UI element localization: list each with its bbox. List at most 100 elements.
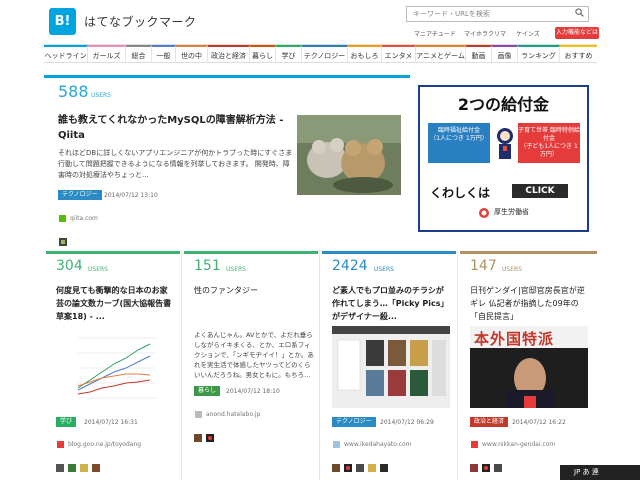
sublink-2[interactable]: ケインズ (516, 29, 540, 38)
search-input[interactable]: キーワード・URLを検索 (406, 6, 589, 22)
entry-card: 151 USERS 性のファンタジー よくあんじゃん。AVとかで、よだれ垂らしな… (184, 251, 318, 480)
entry-date: 2014/07/12 16:31 (84, 419, 138, 426)
banner-text: 本外国特派 (474, 330, 555, 348)
category-tag[interactable]: テクノロジー (58, 190, 102, 200)
users-label: USERS (88, 266, 108, 273)
entry-card: 147 USERS 日刊ゲンダイ|官邸官房長官が逆ギレ 仏記者が指摘した09年の… (460, 251, 597, 480)
entry-title[interactable]: 何度見ても衝撃的な日本のお家芸の論文数カーブ(国大協報告書草案18) - ... (56, 284, 172, 323)
bookmark-count[interactable]: 151 (194, 258, 221, 274)
user-avatar-icon[interactable] (356, 464, 364, 472)
entry-title[interactable]: 誰も教えてくれなかったMySQLの障害解析方法 - Qiita (58, 113, 298, 143)
user-avatar-icon[interactable] (56, 464, 64, 472)
sublink-1[interactable]: マイホラクリマ (464, 29, 506, 38)
site-title[interactable]: はてなブックマーク (84, 13, 197, 30)
category-tag[interactable]: 暮らし (194, 386, 221, 396)
user-avatar-icon[interactable] (206, 434, 214, 442)
tab-learning[interactable]: 学び (276, 45, 302, 63)
tab-technology[interactable]: テクノロジー (302, 45, 348, 63)
user-avatar-icon[interactable] (59, 238, 67, 246)
tab-video[interactable]: 動画 (466, 45, 492, 63)
ad-box-childcare-label: 子育て世帯 臨時特例給付金 (518, 127, 580, 142)
entry-site[interactable]: www.ikedahayato.com (344, 441, 412, 448)
user-avatar-icon[interactable] (80, 464, 88, 472)
entry-site[interactable]: anond.hatelabo.jp (206, 411, 260, 418)
entry-title[interactable]: ど素人でもプロ並みのチラシが作れてしまう…「Picky Pics」がデザイナー殺… (332, 284, 448, 323)
ad-box-childcare: 子育て世帯 臨時特例給付金 （子ども1人につき 1万円） (518, 123, 580, 163)
tab-ranking[interactable]: ランキング (518, 45, 560, 63)
tab-entertainment[interactable]: エンタメ (382, 45, 416, 63)
card-divider (457, 251, 458, 480)
line-chart-thumbnail[interactable] (70, 328, 160, 408)
entry-date: 2014/07/12 18:10 (226, 388, 280, 395)
entry-thumbnail[interactable] (297, 115, 401, 195)
ad-box-welfare-label: 臨時福祉給付金 (437, 127, 480, 134)
tab-headline[interactable]: ヘッドライン (44, 45, 88, 63)
ad-box-welfare: 臨時福祉給付金 （1人につき 1万円） (428, 123, 490, 163)
user-avatar-icon[interactable] (380, 464, 388, 472)
entry-card: 304 USERS 何度見ても衝撃的な日本のお家芸の論文数カーブ(国大協報告書草… (46, 251, 180, 480)
user-avatar-icon[interactable] (482, 464, 490, 472)
category-tag[interactable]: テクノロジー (332, 417, 376, 427)
ime-taskbar[interactable]: JP あ 連 (560, 465, 640, 480)
tab-society[interactable]: 世の中 (176, 45, 208, 63)
mascot-icon (497, 128, 513, 159)
users-label: USERS (226, 266, 246, 273)
users-label: USERS (91, 92, 111, 99)
tab-fun[interactable]: おもしろ (348, 45, 382, 63)
ad-title: 2つの給付金 (457, 95, 550, 114)
bookmark-count[interactable]: 304 (56, 258, 83, 274)
entry-site[interactable]: qiita.com (70, 215, 98, 222)
tab-overall[interactable]: 総合 (126, 45, 152, 63)
entry-site[interactable]: www.nikkan-gendai.com (482, 441, 555, 448)
bookmark-count[interactable]: 588 (58, 82, 89, 101)
user-avatar-icon[interactable] (494, 464, 502, 472)
user-avatar-icon[interactable] (470, 464, 478, 472)
tab-life[interactable]: 暮らし (250, 45, 276, 63)
user-avatar-icon[interactable] (344, 464, 352, 472)
entry-title[interactable]: 日刊ゲンダイ|官邸官房長官が逆ギレ 仏記者が指摘した09年の「自民提言」 (470, 284, 586, 323)
entry-description: よくあんじゃん。AVとかで、よだれ垂らしながらイキまくる、とか、エロ系フィクショ… (194, 331, 314, 379)
entry-date: 2014/07/12 13:10 (104, 192, 158, 199)
entry-site[interactable]: blog.goo.ne.jp/toyodang (68, 441, 141, 448)
ministry-logo-icon (479, 208, 489, 218)
tab-girls[interactable]: ガールズ (88, 45, 126, 63)
bookmark-count[interactable]: 2424 (332, 258, 368, 274)
entry-title[interactable]: 性のファンタジー (194, 284, 310, 297)
user-avatar-icon[interactable] (368, 464, 376, 472)
hatena-favicon-icon (195, 411, 202, 418)
user-avatar-icon[interactable] (332, 464, 340, 472)
hatena-logo-mark[interactable]: B! (49, 8, 76, 35)
site-header: B! はてなブックマーク キーワード・URLを検索 マニアチュード マイホラクリ… (0, 0, 640, 44)
users-label: USERS (502, 266, 522, 273)
ad-more-text: くわしくは (430, 186, 491, 200)
category-tag[interactable]: 学び (56, 417, 77, 427)
ad-ministry: 厚生労働省 (494, 208, 529, 216)
tab-anime-game[interactable]: アニメとゲーム (416, 45, 466, 63)
category-nav: ヘッドライン ガールズ 総合 一般 世の中 政治と経済 暮らし 学び テクノロジ… (44, 44, 597, 63)
tab-image[interactable]: 画像 (492, 45, 518, 63)
user-avatar-icon[interactable] (194, 434, 202, 442)
tab-politics[interactable]: 政治と経済 (208, 45, 250, 63)
tab-general[interactable]: 一般 (152, 45, 176, 63)
bookmark-count[interactable]: 147 (470, 258, 497, 274)
ad-box-welfare-sub: （1人につき 1万円） (430, 135, 488, 142)
user-avatar-icon[interactable] (92, 464, 100, 472)
goo-favicon-icon (57, 441, 64, 448)
register-button[interactable]: 入力機能などは (555, 27, 599, 39)
search-icon[interactable] (575, 8, 584, 17)
qiita-favicon-icon (59, 215, 66, 222)
card-divider (181, 251, 182, 480)
tab-recommended[interactable]: おすすめ (560, 45, 597, 63)
category-tag[interactable]: 政治と経済 (470, 417, 509, 427)
sublink-0[interactable]: マニアチュード (414, 29, 456, 38)
site-favicon-icon (333, 441, 340, 448)
app-screenshot-thumbnail[interactable] (332, 326, 450, 408)
entry-description: それほどDBに詳しくないアプリエンジニアが何かトラブった時にすぐさま行動して問題… (58, 149, 293, 179)
entry-date: 2014/07/12 06:29 (380, 419, 434, 426)
card-divider (319, 251, 320, 480)
ad-click-button[interactable]: CLICK (512, 184, 568, 198)
ad-banner[interactable]: 2つの給付金 臨時福祉給付金 （1人につき 1万円） 子育て世帯 臨時特例給付金… (418, 85, 589, 232)
ad-box-childcare-sub: （子ども1人につき 1万円） (520, 143, 578, 158)
user-avatar-icon[interactable] (68, 464, 76, 472)
press-photo-thumbnail[interactable]: 本外国特派 (470, 326, 588, 408)
